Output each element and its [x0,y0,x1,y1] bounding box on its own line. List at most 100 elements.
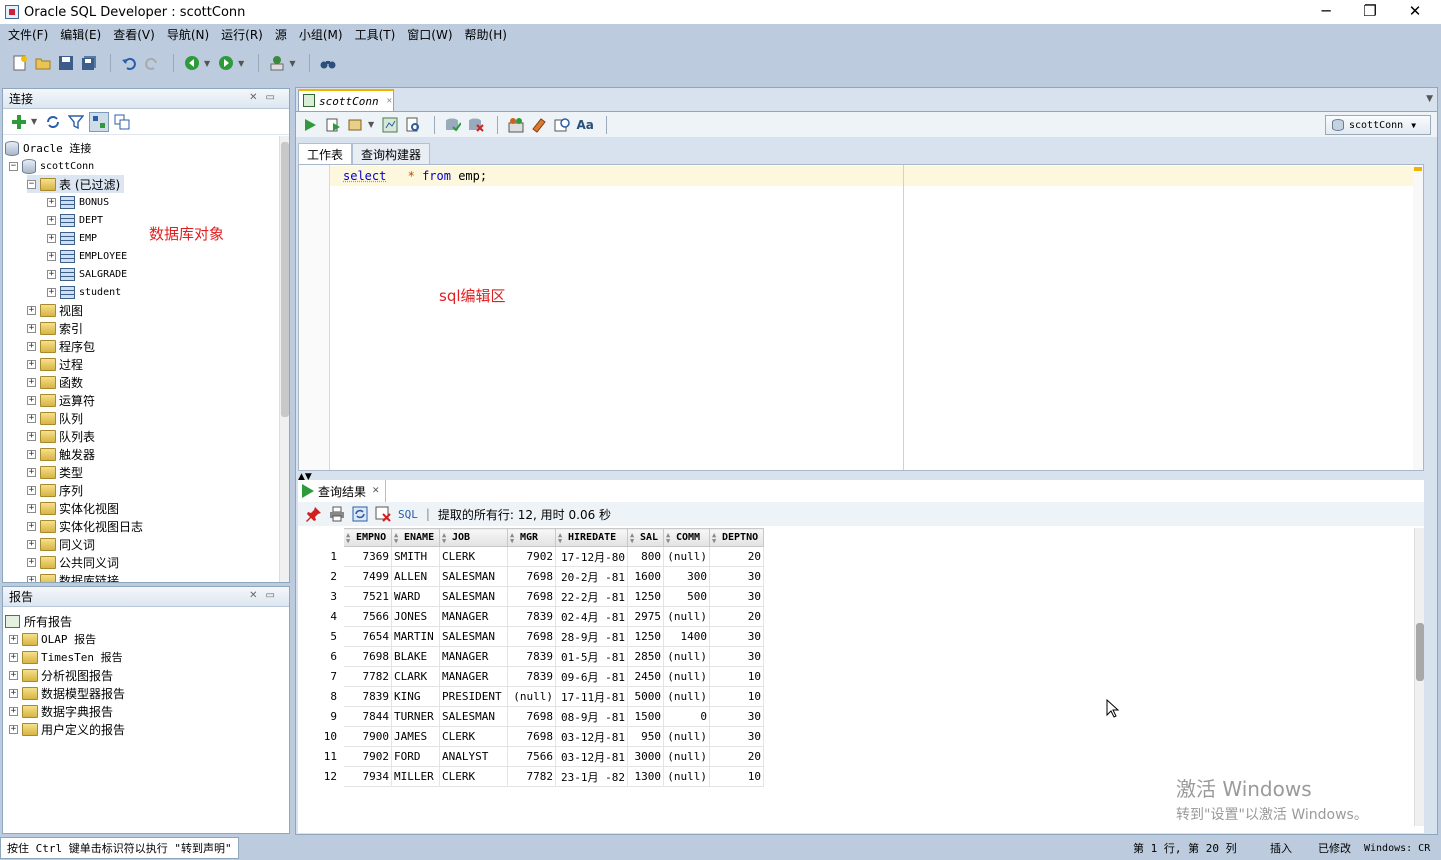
table-cell[interactable]: 7698 [343,646,392,667]
sql-tuning-icon[interactable] [403,115,423,135]
expand-toggle-icon[interactable]: + [47,215,56,225]
table-cell[interactable]: MARTIN [391,626,440,647]
table-cell[interactable]: 2450 [627,666,664,687]
table-row[interactable]: 9 7844 TURNER SALESMAN 7698 08-9月 -81 1500 0 30 [298,706,764,727]
table-row[interactable]: 5 7654 MARTIN SALESMAN 7698 28-9月 -81 1250 1400… [298,626,764,647]
expand-toggle-icon[interactable]: + [9,634,18,644]
expand-toggle-icon[interactable]: + [27,449,36,459]
table-row[interactable]: 3 7521 WARD SALESMAN 7698 22-2月 -81 1250 500 30 [298,586,764,607]
table-row[interactable]: 7 7782 CLARK MANAGER 7839 09-6月 -81 2450 (null)… [298,666,764,687]
tab-query-builder[interactable]: 查询构建器 [352,143,431,165]
table-cell[interactable]: 7839 [507,606,556,627]
new-file-icon[interactable] [10,53,30,73]
table-cell[interactable]: CLARK [391,666,440,687]
expand-toggle-icon[interactable]: + [27,467,36,477]
column-header-ename[interactable]: ▲ ▼ ENAME [391,528,440,547]
tree-table-bonus[interactable]: + BONUS [47,193,109,211]
tree-item-scottconn[interactable]: − scottConn [9,157,94,175]
table-cell[interactable]: KING [391,686,440,707]
table-cell[interactable]: 10 [709,766,764,787]
menu-tools[interactable]: 工具(T) [349,24,402,47]
table-cell[interactable]: 7654 [343,626,392,647]
table-cell[interactable]: 7934 [343,766,392,787]
table-cell[interactable]: 2850 [627,646,664,667]
run-script-icon[interactable] [323,115,343,135]
expand-toggle-icon[interactable]: + [27,485,36,495]
connections-scrollbar[interactable] [279,136,289,582]
run-statement-icon[interactable] [300,115,320,135]
column-header-job[interactable]: ▲ ▼ JOB [439,528,508,547]
table-cell[interactable]: (null) [663,726,710,747]
expand-toggle-icon[interactable]: + [27,521,36,531]
tree-report-timesten[interactable]: + TimesTen 报告 [9,648,123,666]
save-all-icon[interactable] [79,53,99,73]
open-folder-icon[interactable] [33,53,53,73]
menu-team[interactable]: 小组(M) [293,24,349,47]
autotrace-icon[interactable] [346,115,366,135]
table-cell[interactable]: 30 [709,646,764,667]
table-cell[interactable]: 30 [709,626,764,647]
expand-toggle-icon[interactable]: + [27,557,36,567]
table-cell[interactable]: JAMES [391,726,440,747]
table-cell[interactable]: 7902 [507,546,556,567]
tree-node-materialized-views[interactable]: + 实体化视图 [27,499,119,517]
tree-node-queues[interactable]: + 队列 [27,409,83,427]
menu-source[interactable]: 源 [269,24,293,47]
table-cell[interactable]: 03-12月-81 [555,746,628,767]
table-cell[interactable]: 7566 [507,746,556,767]
tree-table-student[interactable]: + student [47,283,121,301]
table-cell[interactable]: 1500 [627,706,664,727]
scrollbar-thumb[interactable] [281,142,289,417]
table-cell[interactable]: 2975 [627,606,664,627]
expand-toggle-icon[interactable]: + [9,724,18,734]
table-cell[interactable]: 7839 [507,666,556,687]
binoculars-icon[interactable] [318,53,338,73]
table-cell[interactable]: (null) [663,646,710,667]
table-row[interactable]: 1 7369 SMITH CLERK 7902 17-12月-80 800 (null) 20 [298,546,764,567]
autotrace-dropdown-icon[interactable]: ▼ [368,120,374,129]
expand-toggle-icon[interactable]: + [27,377,36,387]
warning-marker[interactable] [1414,167,1422,171]
tree-node-synonyms[interactable]: + 同义词 [27,535,95,553]
undo-icon[interactable] [119,53,139,73]
tree-root-all-reports[interactable]: 所有报告 [5,612,72,630]
expand-toggle-icon[interactable]: + [27,341,36,351]
table-cell[interactable]: 01-5月 -81 [555,646,628,667]
collapse-icon[interactable] [112,112,132,132]
sql-worksheet-icon[interactable] [267,53,287,73]
table-cell[interactable]: 7839 [507,646,556,667]
sort-arrows-icon[interactable]: ▲ ▼ [666,532,670,545]
menu-file[interactable]: 文件(F) [2,24,54,47]
tree-node-indexes[interactable]: + 索引 [27,319,83,337]
table-cell[interactable]: 30 [709,706,764,727]
tree-node-operators[interactable]: + 运算符 [27,391,95,409]
column-header-comm[interactable]: ▲ ▼ COMM [663,528,710,547]
tree-root-oracle-connections[interactable]: Oracle 连接 [5,139,91,157]
table-cell[interactable]: (null) [507,686,556,707]
table-cell[interactable]: 08-9月 -81 [555,706,628,727]
table-cell[interactable]: 20 [709,746,764,767]
table-cell[interactable]: ALLEN [391,566,440,587]
tree-node-queue-tables[interactable]: + 队列表 [27,427,95,445]
clear-eraser-icon[interactable] [529,115,549,135]
table-cell[interactable]: 1600 [627,566,664,587]
column-header-hiredate[interactable]: ▲ ▼ HIREDATE [555,528,628,547]
tree-node-packages[interactable]: + 程序包 [27,337,95,355]
table-cell[interactable]: (null) [663,766,710,787]
tree-node-triggers[interactable]: + 触发器 [27,445,95,463]
tree-report-data-dictionary[interactable]: + 数据字典报告 [9,702,113,720]
filter-icon[interactable] [66,112,86,132]
menu-view[interactable]: 查看(V) [107,24,161,47]
menu-navigate[interactable]: 导航(N) [161,24,215,47]
sort-arrows-icon[interactable]: ▲ ▼ [346,532,350,545]
expand-toggle-icon[interactable]: + [47,269,56,279]
tree-table-dept[interactable]: + DEPT [47,211,103,229]
menu-edit[interactable]: 编辑(E) [54,24,107,47]
table-cell[interactable]: SMITH [391,546,440,567]
table-row[interactable]: 8 7839 KING PRESIDENT (null) 17-11月-81 5000 (nu… [298,686,764,707]
tree-report-analytic-views[interactable]: + 分析视图报告 [9,666,113,684]
table-cell[interactable]: MILLER [391,766,440,787]
table-cell[interactable]: 1250 [627,586,664,607]
table-cell[interactable]: (null) [663,686,710,707]
table-cell[interactable]: SALESMAN [439,706,508,727]
